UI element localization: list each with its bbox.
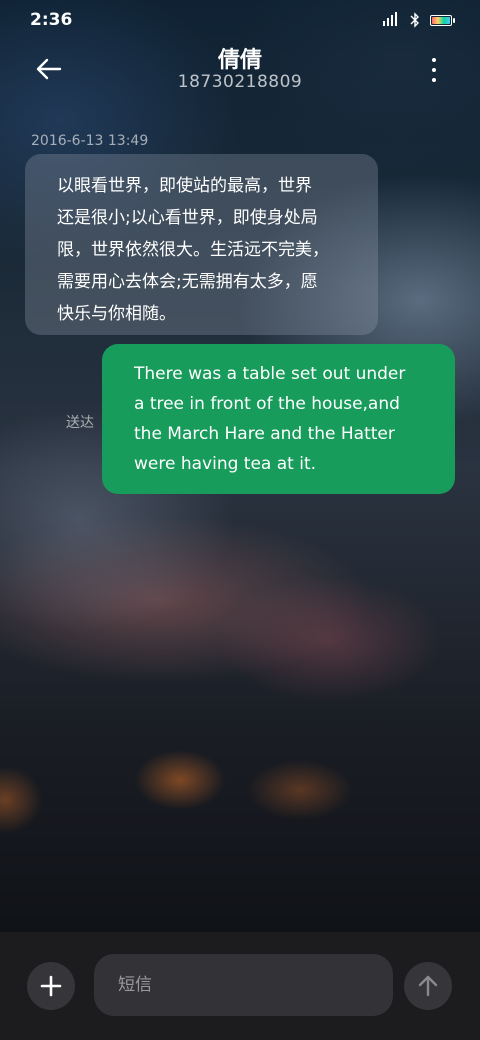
delivery-status: 送达 [66,415,94,431]
incoming-message-bubble[interactable]: 以眼看世界，即使站的最高，世界 还是很小;以心看世界，即使身处局 限，世界依然很… [25,154,378,335]
arrow-up-icon[interactable] [404,962,452,1010]
status-icons [382,12,455,28]
battery-icon [430,14,455,26]
messaging-screen: 2:36 倩倩 18730218809 2016-6-13 13:49 以眼看世… [0,0,480,1040]
status-bar: 2:36 [0,0,480,44]
message-timestamp: 2016-6-13 13:49 [31,133,149,149]
bluetooth-icon [410,12,420,28]
plus-icon[interactable] [27,962,75,1010]
composer-bar [0,932,480,1040]
status-time: 2:36 [30,10,73,30]
signal-icon [382,12,400,28]
conversation-header: 倩倩 18730218809 [0,40,480,100]
outgoing-message-bubble[interactable]: There was a table set out under a tree i… [102,344,455,494]
contact-number: 18730218809 [177,72,303,92]
more-vertical-icon[interactable] [428,58,440,82]
message-input[interactable] [94,954,393,1016]
contact-name: 倩倩 [217,48,262,73]
